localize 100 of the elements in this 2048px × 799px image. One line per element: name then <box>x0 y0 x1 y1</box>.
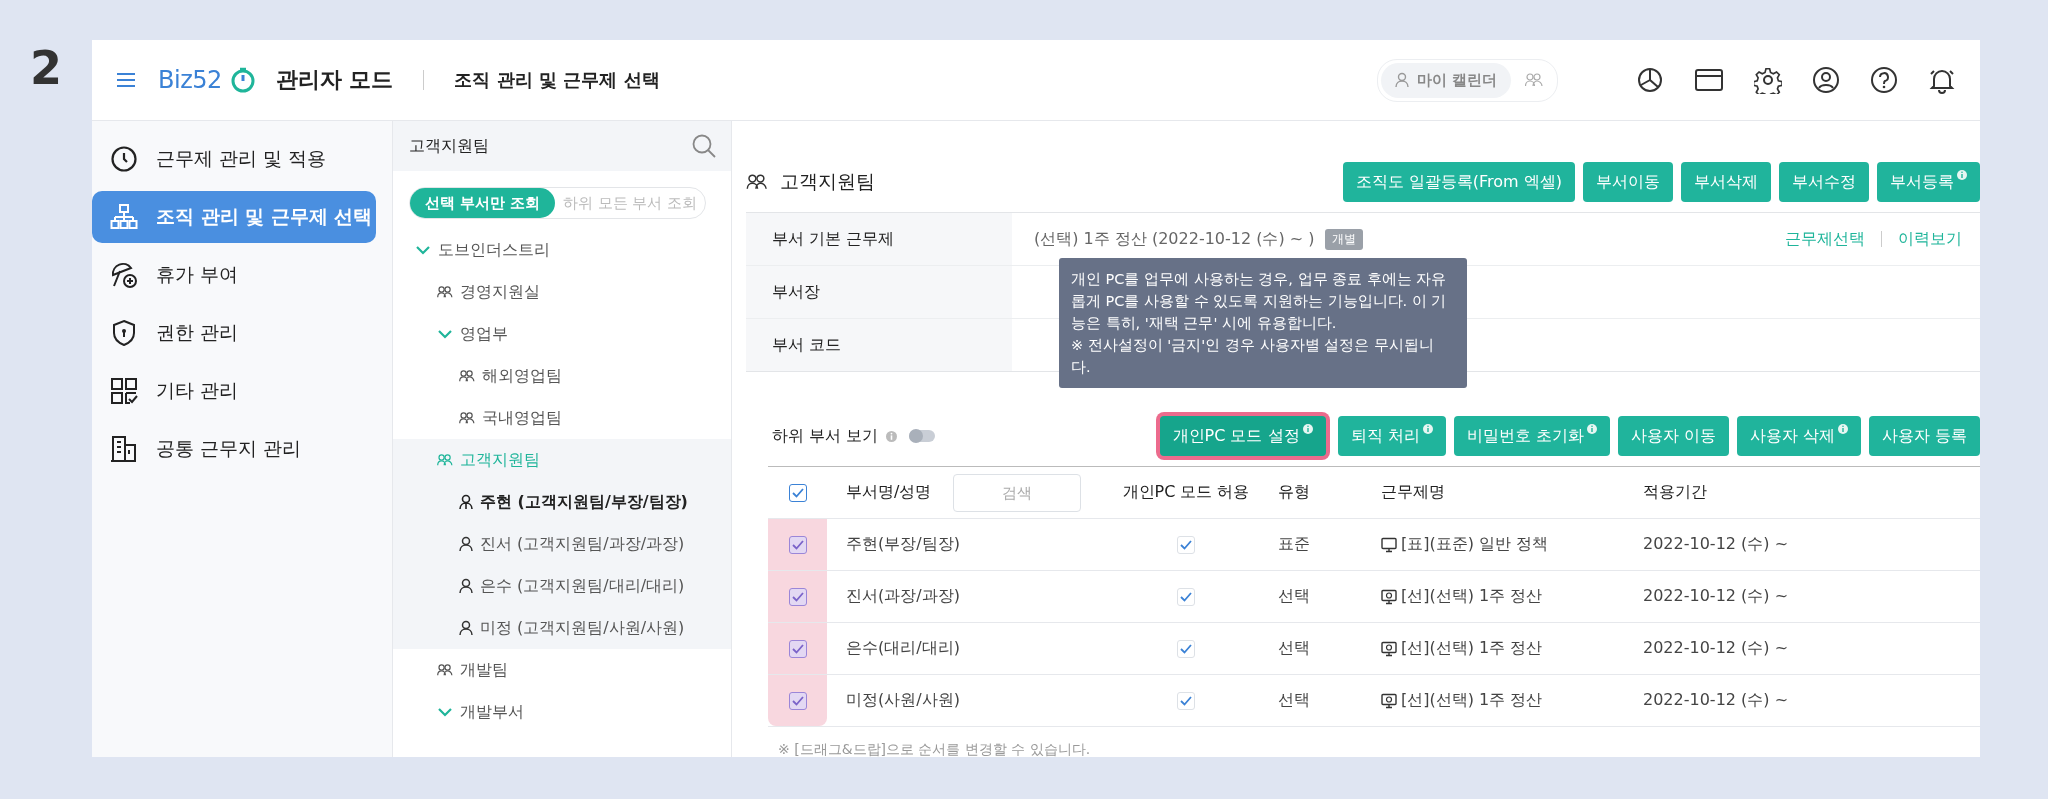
info-label: 부서장 <box>746 266 1012 318</box>
tree-item[interactable]: 고객지원팀 <box>437 449 540 471</box>
group-icon <box>459 412 475 424</box>
policy-name: [표](표준) 일반 정책 <box>1401 534 1549 555</box>
sidebar-item[interactable]: 기타 관리 <box>92 365 376 417</box>
pc-mode-checkbox[interactable] <box>1177 587 1195 606</box>
user-name: 은수(대리/대리) <box>846 638 960 659</box>
app-name: 관리자 모드 <box>275 66 394 94</box>
user-action-button[interactable]: 사용자 이동 <box>1617 416 1729 456</box>
sidebar-item[interactable]: 조직 관리 및 근무제 선택 <box>92 191 376 243</box>
chevron-icon <box>437 706 453 718</box>
logo: Biz52 <box>158 66 222 94</box>
settings-icon[interactable] <box>1754 66 1782 94</box>
user-action-button[interactable]: 비밀번호 초기화 <box>1453 416 1610 456</box>
calendar-label: 마이 캘린더 <box>1416 70 1497 90</box>
card-icon[interactable] <box>1694 68 1724 92</box>
info-link[interactable]: 이력보기 <box>1898 228 1962 250</box>
column-header: 적용기간 <box>1643 482 1707 503</box>
user-name: 진서(과장/과장) <box>846 586 960 607</box>
department-button[interactable]: 부서삭제 <box>1681 162 1771 202</box>
tree-item[interactable]: 경영지원실 <box>437 281 540 303</box>
row-checkbox[interactable] <box>788 691 807 710</box>
info-label: 부서 코드 <box>746 319 1012 371</box>
info-icon <box>886 430 898 442</box>
search-icon[interactable] <box>691 133 717 159</box>
row-checkbox[interactable] <box>788 639 807 658</box>
period-cell: 2022-10-12 (수) ~ <box>1643 638 1789 659</box>
tooltip: 개인 PC를 업무에 사용하는 경우, 업무 종료 후에는 자유 롭게 PC를 사용할 수 있도록 지원하는 기능입니다. 이 기 능은 특히, '재택 근무' 시에 유용합니다. ※ 전사설정이 '금지'인 경우 사용자별 설정은 무시됩니 다. <box>1059 258 1467 388</box>
tree-item[interactable]: 국내영업팀 <box>459 407 562 429</box>
policy-tag: 개별 <box>1324 228 1363 250</box>
tree-title: 고객지원팀 <box>409 135 489 157</box>
tree-item[interactable]: 해외영업팀 <box>459 365 562 387</box>
policy-name: [선](선택) 1주 정산 <box>1401 690 1543 711</box>
sidebar-item[interactable]: 권한 관리 <box>92 307 376 359</box>
org-chart-icon <box>110 203 138 231</box>
search-field[interactable]: 검색 <box>953 473 1082 512</box>
group-icon <box>437 286 453 298</box>
department-button[interactable]: 조직도 일괄등록(From 엑셀) <box>1342 162 1575 202</box>
monitor-clock-icon <box>1381 588 1397 605</box>
page-title: 조직 관리 및 근무제 선택 <box>454 68 660 92</box>
group-icon <box>437 454 453 466</box>
calendar-toggle[interactable]: 마이 캘린더 <box>1376 58 1558 102</box>
department-title: 고객지원팀 <box>780 169 875 194</box>
row-checkbox[interactable] <box>788 535 807 554</box>
timer-icon <box>229 66 256 94</box>
info-label: 부서 기본 근무제 <box>746 213 1012 265</box>
user-action-button[interactable]: 퇴직 처리 <box>1337 416 1446 456</box>
type-cell: 선택 <box>1278 690 1310 711</box>
group-icon <box>437 664 453 676</box>
help-icon[interactable] <box>1870 66 1898 94</box>
monitor-icon <box>1381 536 1397 553</box>
subdept-switch[interactable] <box>909 430 936 442</box>
department-button[interactable]: 부서이동 <box>1583 162 1673 202</box>
column-header: 근무제명 <box>1381 482 1445 503</box>
sidebar-item[interactable]: 공통 근무지 관리 <box>92 423 376 475</box>
group-icon <box>746 174 768 190</box>
step-number: 2 <box>29 40 63 97</box>
policy-name: [선](선택) 1주 정산 <box>1401 638 1543 659</box>
department-button[interactable]: 부서등록 <box>1877 162 1980 202</box>
type-cell: 표준 <box>1278 534 1310 555</box>
tree-item[interactable]: 도브인더스트리 <box>415 239 550 261</box>
department-button[interactable]: 부서수정 <box>1779 162 1869 202</box>
group-icon <box>459 370 475 382</box>
pc-mode-checkbox[interactable] <box>1177 535 1195 554</box>
type-cell: 선택 <box>1278 586 1310 607</box>
user-name: 주현(부장/팀장) <box>846 534 960 555</box>
column-header: 개인PC 모드 허용 <box>1122 482 1250 503</box>
chevron-icon <box>415 244 431 256</box>
column-header: 부서명/성명 <box>846 482 932 503</box>
subdept-label: 하위 부서 보기 <box>772 425 879 447</box>
row-checkbox[interactable] <box>788 587 807 606</box>
user-name: 미정(사원/사원) <box>846 690 960 711</box>
menu-icon[interactable] <box>116 72 136 88</box>
user-action-button[interactable]: 사용자 등록 <box>1868 416 1980 456</box>
user-icon[interactable] <box>1812 66 1840 94</box>
scope-option[interactable]: 선택 부서만 조회 <box>410 188 555 218</box>
info-value: (선택) 1주 정산 (2022-10-12 (수) ~ ) <box>1034 228 1315 250</box>
building-icon <box>110 435 138 463</box>
pc-mode-checkbox[interactable] <box>1177 691 1195 710</box>
person-tie-icon <box>459 494 473 510</box>
chevron-icon <box>437 328 453 340</box>
period-cell: 2022-10-12 (수) ~ <box>1643 586 1789 607</box>
shield-icon <box>110 319 138 347</box>
sidebar-item[interactable]: 휴가 부여 <box>92 249 376 301</box>
info-link[interactable]: 근무제선택 <box>1785 228 1865 250</box>
group-icon <box>1525 73 1543 87</box>
scope-option[interactable]: 하위 모든 부서 조회 <box>555 188 705 218</box>
pie-chart-icon[interactable] <box>1636 66 1664 94</box>
tree-item[interactable]: 영업부 <box>437 323 508 345</box>
tree-item[interactable]: 개발팀 <box>437 659 508 681</box>
person-icon <box>459 620 473 636</box>
pc-mode-checkbox[interactable] <box>1177 639 1195 658</box>
column-header: 유형 <box>1278 482 1310 503</box>
sidebar-item[interactable]: 근무제 관리 및 적용 <box>92 133 376 185</box>
period-cell: 2022-10-12 (수) ~ <box>1643 690 1789 711</box>
person-icon <box>1394 72 1409 88</box>
monitor-clock-icon <box>1381 692 1397 709</box>
user-action-button[interactable]: 사용자 삭제 <box>1736 416 1861 456</box>
select-all-checkbox[interactable] <box>788 483 807 502</box>
tree-item[interactable]: 개발부서 <box>437 701 524 723</box>
